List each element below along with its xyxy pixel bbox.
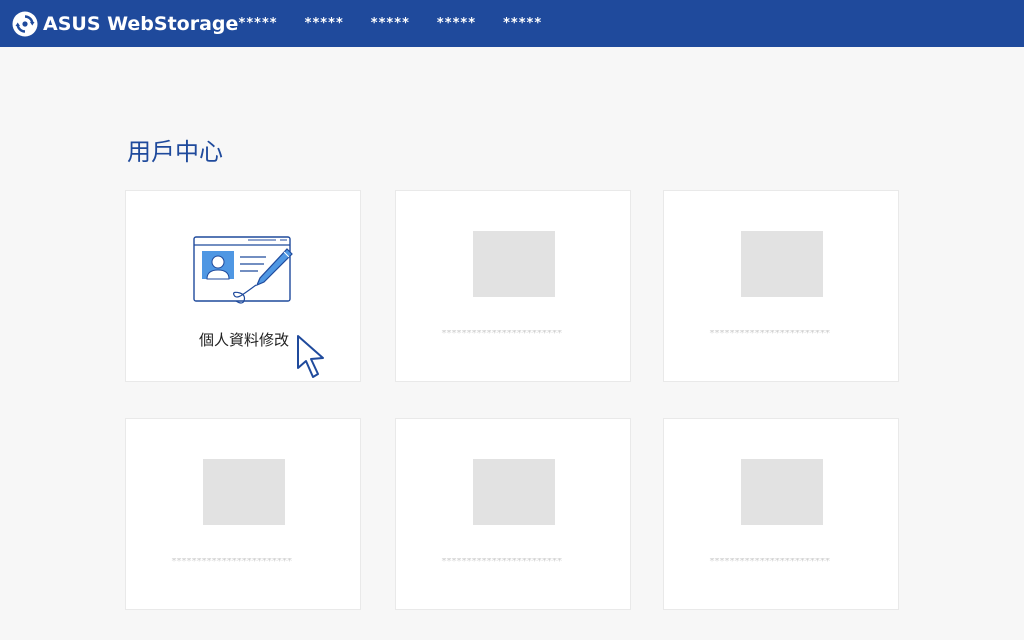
placeholder-image xyxy=(473,459,555,525)
card-placeholder[interactable]: ************************ xyxy=(663,190,899,382)
card-label: ************************ xyxy=(709,558,831,566)
card-label: ************************ xyxy=(441,558,563,566)
nav-item-4[interactable]: ***** xyxy=(436,17,475,30)
nav-item-2[interactable]: ***** xyxy=(304,17,343,30)
placeholder-image xyxy=(203,459,285,525)
placeholder-image xyxy=(741,459,823,525)
card-profile-edit[interactable]: 個人資料修改 xyxy=(125,190,361,382)
profile-id-card-edit-icon xyxy=(193,236,293,304)
page-title: 用戶中心 xyxy=(127,138,223,166)
placeholder-image xyxy=(473,231,555,297)
card-placeholder[interactable]: ************************ xyxy=(395,418,631,610)
top-bar: ASUS WebStorage ***** ***** ***** ***** … xyxy=(0,0,1024,47)
card-label: ************************ xyxy=(441,330,563,338)
logo-text: ASUS WebStorage xyxy=(43,13,239,35)
card-placeholder[interactable]: ************************ xyxy=(125,418,361,610)
card-placeholder[interactable]: ************************ xyxy=(663,418,899,610)
placeholder-image xyxy=(741,231,823,297)
nav-item-1[interactable]: ***** xyxy=(238,17,277,30)
main-nav: ***** ***** ***** ***** ***** xyxy=(238,17,569,30)
card-label: ************************ xyxy=(709,330,831,338)
nav-item-3[interactable]: ***** xyxy=(370,17,409,30)
pointer-cursor-icon xyxy=(297,335,324,378)
sync-circle-icon xyxy=(12,11,38,37)
card-label: ************************ xyxy=(171,558,293,566)
asus-webstorage-logo[interactable]: ASUS WebStorage xyxy=(12,11,238,37)
card-placeholder[interactable]: ************************ xyxy=(395,190,631,382)
nav-item-5[interactable]: ***** xyxy=(503,17,542,30)
